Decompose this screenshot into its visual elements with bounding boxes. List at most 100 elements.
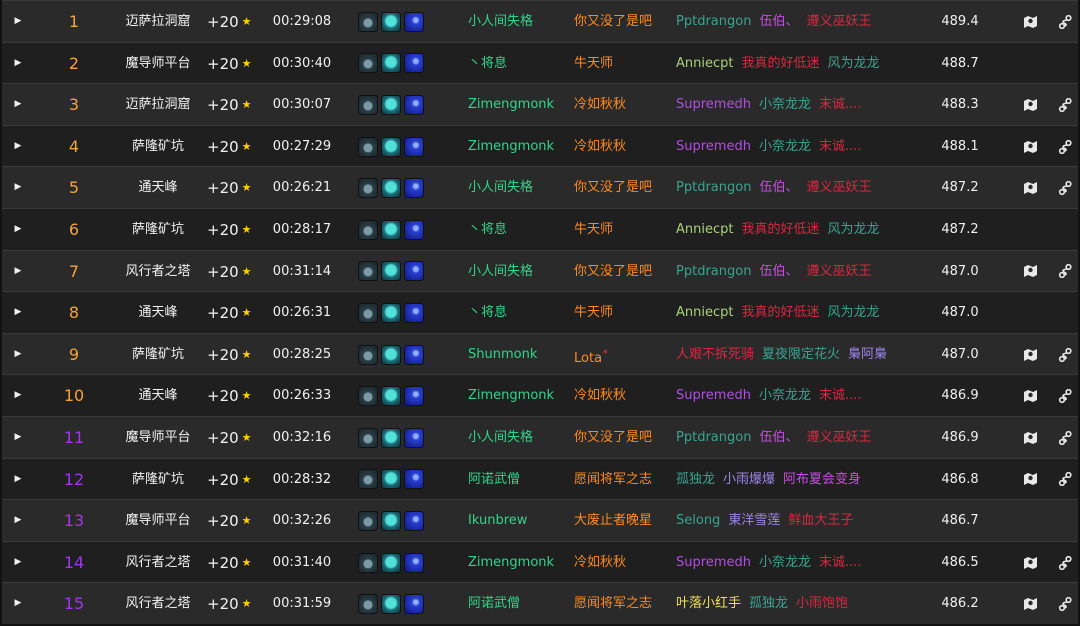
table-row[interactable]: ▶ 7 风行者之塔 +20 ★ 00:31:14 小人间失格 你又没了是吧 Ppt… [2, 249, 1078, 293]
route-icon[interactable] [1058, 347, 1073, 362]
healer-player[interactable]: 牛天师 [574, 292, 613, 334]
healer-player[interactable]: 牛天师 [574, 43, 613, 85]
healer-player[interactable]: 你又没了是吧 [574, 251, 652, 293]
affix-icon[interactable] [381, 594, 401, 615]
dungeon-name[interactable]: 魔导师平台 [114, 417, 202, 459]
affix-icon[interactable] [358, 94, 378, 115]
dps-player[interactable]: Anniecpt [676, 305, 733, 320]
dps-player[interactable]: 末诚.... [819, 97, 862, 112]
tank-player[interactable]: Zimengmonk [468, 542, 554, 584]
map-icon[interactable] [1023, 597, 1038, 611]
map-icon[interactable] [1023, 389, 1038, 403]
expand-arrow-icon[interactable]: ▶ [12, 375, 24, 417]
affix-icon[interactable] [404, 94, 424, 115]
dps-player[interactable]: 遵义巫妖王 [806, 430, 871, 445]
table-row[interactable]: ▶ 8 通天峰 +20 ★ 00:26:31 丶将息 牛天师 Anniecpt 我真… [2, 291, 1078, 333]
dps-player[interactable]: 小奈龙龙 [759, 555, 811, 570]
affix-icon[interactable] [358, 261, 378, 282]
dps-player[interactable]: 伍伯、 [759, 264, 798, 279]
dungeon-name[interactable]: 魔导师平台 [114, 500, 202, 542]
affix-icon[interactable] [358, 510, 378, 531]
dungeon-name[interactable]: 风行者之塔 [114, 251, 202, 293]
map-icon[interactable] [1023, 348, 1038, 362]
healer-player[interactable]: 冷如秋秋 [574, 542, 626, 584]
dungeon-name[interactable]: 萨隆矿坑 [114, 126, 202, 168]
affix-icon[interactable] [404, 510, 424, 531]
affix-icon[interactable] [358, 178, 378, 199]
affix-icon[interactable] [381, 386, 401, 407]
route-icon[interactable] [1058, 472, 1073, 487]
route-icon[interactable] [1058, 597, 1073, 612]
dps-player[interactable]: 叶落小红手 [676, 596, 741, 611]
tank-player[interactable]: 小人间失格 [468, 167, 533, 209]
tank-player[interactable]: Zimengmonk [468, 375, 554, 417]
tank-player[interactable]: 丶将息 [468, 209, 507, 251]
map-icon[interactable] [1023, 264, 1038, 278]
affix-icon[interactable] [358, 219, 378, 240]
table-row[interactable]: ▶ 4 萨隆矿坑 +20 ★ 00:27:29 Zimengmonk 冷如秋秋 S… [2, 124, 1078, 168]
dps-player[interactable]: 阿布夏会变身 [783, 472, 861, 487]
affix-icon[interactable] [381, 344, 401, 365]
affix-icon[interactable] [404, 219, 424, 240]
dps-player[interactable]: Anniecpt [676, 56, 733, 71]
map-icon[interactable] [1023, 140, 1038, 154]
route-icon[interactable] [1058, 181, 1073, 196]
healer-player[interactable]: 冷如秋秋 [574, 375, 626, 417]
dps-player[interactable]: Supremedh [676, 139, 751, 154]
dps-player[interactable]: 末诚.... [819, 388, 862, 403]
tank-player[interactable]: 小人间失格 [468, 1, 533, 43]
affix-icon[interactable] [358, 53, 378, 74]
expand-arrow-icon[interactable]: ▶ [12, 500, 24, 542]
dps-player[interactable]: 我真的好低迷 [741, 222, 819, 237]
tank-player[interactable]: Ikunbrew [468, 500, 527, 542]
affix-icon[interactable] [404, 53, 424, 74]
dps-player[interactable]: Pptdrangon [676, 180, 751, 195]
tank-player[interactable]: 小人间失格 [468, 251, 533, 293]
dps-player[interactable]: 末诚.... [819, 555, 862, 570]
expand-arrow-icon[interactable]: ▶ [12, 417, 24, 459]
dps-player[interactable]: 小雨爆爆 [723, 472, 775, 487]
affix-icon[interactable] [404, 302, 424, 323]
dps-player[interactable]: 東洋雪莲 [728, 513, 780, 528]
dps-player[interactable]: 风为龙龙 [828, 56, 880, 71]
route-icon[interactable] [1058, 430, 1073, 445]
healer-player[interactable]: 你又没了是吧 [574, 417, 652, 459]
dps-player[interactable]: Supremedh [676, 555, 751, 570]
tank-player[interactable]: 丶将息 [468, 43, 507, 85]
dungeon-name[interactable]: 魔导师平台 [114, 43, 202, 85]
affix-icon[interactable] [381, 261, 401, 282]
map-icon[interactable] [1023, 98, 1038, 112]
dps-player[interactable]: 梟阿梟 [848, 347, 887, 362]
route-icon[interactable] [1058, 264, 1073, 279]
expand-arrow-icon[interactable]: ▶ [12, 43, 24, 85]
table-row[interactable]: ▶ 12 萨隆矿坑 +20 ★ 00:28:32 阿诺武僧 愿闻将军之志 孤独龙小… [2, 457, 1078, 500]
table-row[interactable]: ▶ 9 萨隆矿坑 +20 ★ 00:28:25 Shunmonk Lota* 人艰… [2, 332, 1078, 376]
dps-player[interactable]: 末诚.... [819, 139, 862, 154]
healer-player[interactable]: 冷如秋秋 [574, 126, 626, 168]
tank-player[interactable]: Shunmonk [468, 334, 537, 376]
dps-player[interactable]: Pptdrangon [676, 264, 751, 279]
expand-arrow-icon[interactable]: ▶ [12, 167, 24, 209]
dps-player[interactable]: 遵义巫妖王 [806, 264, 871, 279]
affix-icon[interactable] [358, 136, 378, 157]
dps-player[interactable]: 伍伯、 [759, 430, 798, 445]
map-icon[interactable] [1023, 15, 1038, 29]
table-row[interactable]: ▶ 2 魔导师平台 +20 ★ 00:30:40 丶将息 牛天师 Anniecpt… [2, 41, 1078, 85]
dps-player[interactable]: 遵义巫妖王 [806, 14, 871, 29]
tank-player[interactable]: 阿诺武僧 [468, 583, 520, 625]
map-icon[interactable] [1023, 556, 1038, 570]
dungeon-name[interactable]: 迈萨拉洞窟 [114, 1, 202, 43]
tank-player[interactable]: Zimengmonk [468, 84, 554, 126]
affix-icon[interactable] [358, 427, 378, 448]
dungeon-name[interactable]: 通天峰 [114, 292, 202, 334]
affix-icon[interactable] [404, 552, 424, 573]
route-icon[interactable] [1058, 97, 1073, 112]
dungeon-name[interactable]: 通天峰 [114, 167, 202, 209]
dps-player[interactable]: 人艰不拆死骑 [676, 347, 754, 362]
affix-icon[interactable] [381, 510, 401, 531]
table-row[interactable]: ▶ 15 风行者之塔 +20 ★ 00:31:59 阿诺武僧 愿闻将军之志 叶落小… [2, 582, 1078, 624]
affix-icon[interactable] [381, 53, 401, 74]
dps-player[interactable]: 孤独龙 [676, 472, 715, 487]
route-icon[interactable] [1058, 139, 1073, 154]
affix-icon[interactable] [358, 11, 378, 32]
